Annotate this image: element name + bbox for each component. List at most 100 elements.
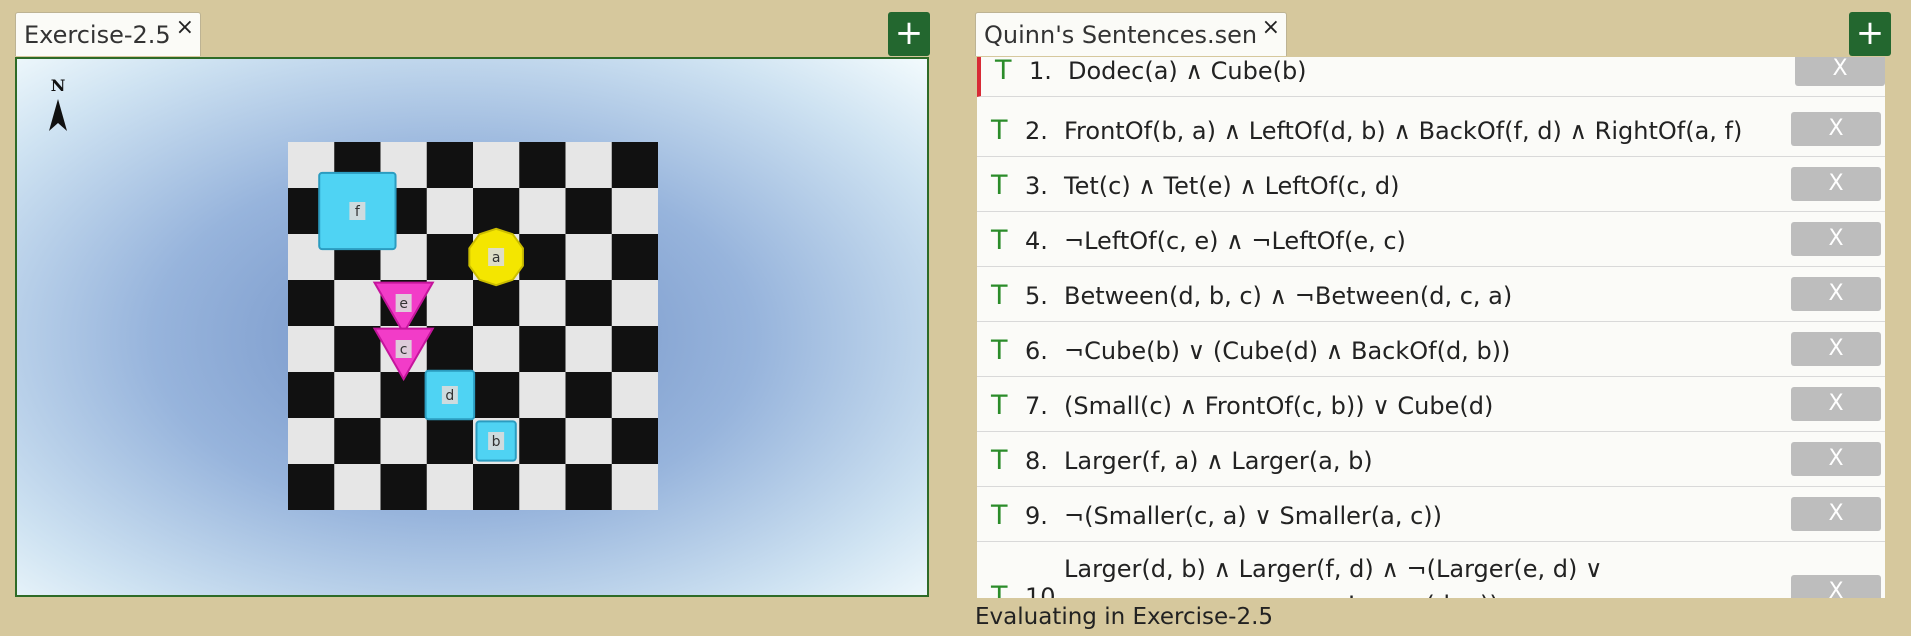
board-square[interactable] [380,418,428,465]
sentence-row[interactable]: T 3. Tet(c) ∧ Tet(e) ∧ LeftOf(c, d) X [977,158,1885,212]
board-square[interactable] [473,188,520,235]
board-square[interactable] [519,188,566,235]
chess-board[interactable]: f a e c d b [288,142,658,510]
sentence-formula[interactable]: ¬Cube(b) ∨ (Cube(d) ∧ BackOf(d, b)) [1064,337,1510,365]
board-square[interactable] [611,280,658,327]
add-world-button[interactable]: + [888,12,930,56]
board-square[interactable] [334,280,381,327]
board-square[interactable] [473,464,520,510]
sentence-row[interactable]: T 5. Between(d, b, c) ∧ ¬Between(d, c, a) X [977,268,1885,322]
board-square[interactable] [288,372,335,419]
board-square[interactable] [334,418,381,465]
sentence-formula[interactable]: ¬(Smaller(c, a) ∨ Smaller(a, c)) [1064,502,1442,530]
block-label: d [445,388,454,404]
board-square[interactable] [519,372,566,419]
board-square[interactable] [288,418,335,465]
board-square[interactable] [426,418,474,465]
board-square[interactable] [611,464,658,510]
sentence-list[interactable]: T 1. Dodec(a) ∧ Cube(b) X T 2. FrontOf(b, a) ∧… [977,57,1885,598]
board-square[interactable] [519,326,566,373]
board-square[interactable] [611,234,658,281]
board-square[interactable] [519,280,566,327]
close-icon[interactable]: × [1262,15,1280,40]
board-square[interactable] [426,326,474,373]
block-f[interactable]: f [318,171,397,251]
board-square[interactable] [565,234,613,281]
block-b[interactable]: b [475,420,517,462]
sentence-row[interactable]: T 6. ¬Cube(b) ∨ (Cube(d) ∧ BackOf(d, b)) X [977,323,1885,377]
sentence-formula[interactable]: Between(d, b, c) ∧ ¬Between(d, c, a) [1064,282,1512,310]
board-square[interactable] [565,188,613,235]
board-square[interactable] [288,280,335,327]
north-arrow-icon [49,99,67,131]
sentence-formula-continued[interactable]: Larger(d, e)) [1348,591,1499,598]
board-square[interactable] [426,464,474,510]
board-square[interactable] [565,372,613,419]
board-square[interactable] [473,280,520,327]
sentence-formula[interactable]: ¬LeftOf(c, e) ∧ ¬LeftOf(e, c) [1064,227,1406,255]
board-square[interactable] [288,464,335,510]
board-square[interactable] [565,280,613,327]
board-square[interactable] [473,326,520,373]
sentence-formula[interactable]: (Small(c) ∧ FrontOf(c, b)) ∨ Cube(d) [1064,392,1493,420]
sentence-row[interactable]: T 10. Larger(d, b) ∧ Larger(f, d) ∧ ¬(Larg… [977,543,1885,598]
block-a[interactable]: a [468,227,524,287]
sentence-row[interactable]: T 4. ¬LeftOf(c, e) ∧ ¬LeftOf(e, c) X [977,213,1885,267]
delete-sentence-button[interactable]: X [1791,442,1881,476]
sentence-number: 2. [1025,117,1048,145]
sentence-formula[interactable]: Larger(f, a) ∧ Larger(a, b) [1064,447,1373,475]
sentence-row[interactable]: T 2. FrontOf(b, a) ∧ LeftOf(d, b) ∧ BackOf… [977,103,1885,157]
board-square[interactable] [288,326,335,373]
board-square[interactable] [519,464,566,510]
board-square[interactable] [380,464,428,510]
board-square[interactable] [426,280,474,327]
sentence-formula[interactable]: Dodec(a) ∧ Cube(b) [1068,57,1307,85]
status-text: Evaluating in Exercise-2.5 [975,604,1274,630]
board-square[interactable] [334,326,381,373]
sentence-formula[interactable]: FrontOf(b, a) ∧ LeftOf(d, b) ∧ BackOf(f,… [1064,117,1742,145]
close-icon[interactable]: × [176,15,194,40]
board-square[interactable] [565,142,613,189]
delete-sentence-button[interactable]: X [1791,497,1881,531]
block-label: a [492,250,501,266]
board-square[interactable] [565,326,613,373]
board-square[interactable] [611,372,658,419]
board-square[interactable] [334,372,381,419]
world-view[interactable]: N f a e c d b [15,57,929,597]
board-square[interactable] [473,142,520,189]
add-sentence-button[interactable]: + [1849,12,1891,56]
sentence-row[interactable]: T 8. Larger(f, a) ∧ Larger(a, b) X [977,433,1885,487]
delete-sentence-button[interactable]: X [1791,387,1881,421]
tab-world[interactable]: Exercise-2.5 × [15,12,201,56]
truth-value: T [991,581,1008,598]
sentence-row[interactable]: T 7. (Small(c) ∧ FrontOf(c, b)) ∨ Cube(d) X [977,378,1885,432]
tab-sentences[interactable]: Quinn's Sentences.sen × [975,12,1287,56]
delete-sentence-button[interactable]: X [1791,222,1881,256]
sentence-formula[interactable]: Tet(c) ∧ Tet(e) ∧ LeftOf(c, d) [1064,172,1399,200]
board-square[interactable] [565,418,613,465]
delete-sentence-button[interactable]: X [1791,112,1881,146]
delete-sentence-button[interactable]: X [1795,57,1885,86]
sentence-formula[interactable]: Larger(d, b) ∧ Larger(f, d) ∧ ¬(Larger(e… [1064,555,1603,583]
sentence-row[interactable]: T 9. ¬(Smaller(c, a) ∨ Smaller(a, c)) X [977,488,1885,542]
board-square[interactable] [426,188,474,235]
board-square[interactable] [519,234,566,281]
delete-sentence-button[interactable]: X [1791,332,1881,366]
block-d[interactable]: d [424,369,476,421]
board-square[interactable] [473,372,520,419]
delete-sentence-button[interactable]: X [1791,167,1881,201]
board-square[interactable] [565,464,613,510]
board-square[interactable] [519,418,566,465]
board-square[interactable] [426,234,474,281]
board-square[interactable] [611,418,658,465]
board-square[interactable] [426,142,474,189]
board-square[interactable] [519,142,566,189]
board-square[interactable] [611,326,658,373]
sentence-row[interactable]: T 1. Dodec(a) ∧ Cube(b) X [977,57,1885,97]
delete-sentence-button[interactable]: X [1791,575,1881,598]
board-square[interactable] [611,188,658,235]
truth-value: T [991,335,1008,366]
board-square[interactable] [334,464,381,510]
delete-sentence-button[interactable]: X [1791,277,1881,311]
board-square[interactable] [611,142,658,189]
